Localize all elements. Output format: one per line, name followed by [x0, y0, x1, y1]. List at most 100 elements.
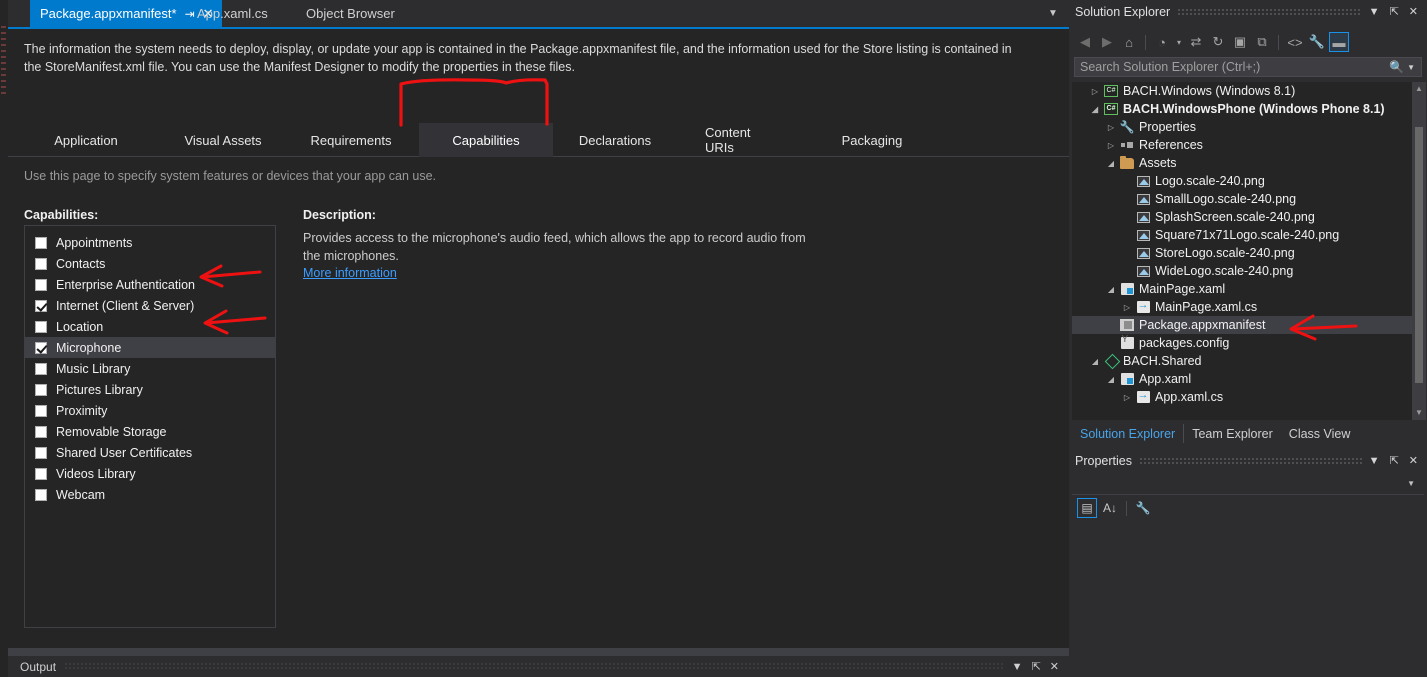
dock-tab-class-view[interactable]: Class View — [1281, 424, 1359, 443]
tree-item[interactable]: Package.appxmanifest — [1072, 316, 1412, 334]
pending-changes-dropdown-icon[interactable]: ▾ — [1174, 32, 1184, 52]
tree-item[interactable]: packages.config — [1072, 334, 1412, 352]
tree-item[interactable]: Square71x71Logo.scale-240.png — [1072, 226, 1412, 244]
capability-row[interactable]: Music Library — [25, 358, 275, 379]
capability-row[interactable]: Internet (Client & Server) — [25, 295, 275, 316]
tree-item[interactable]: ◢ BACH.Shared — [1072, 352, 1412, 370]
expanded-twisty-icon[interactable]: ◢ — [1088, 357, 1102, 366]
capability-checkbox[interactable] — [35, 446, 47, 459]
scroll-down-icon[interactable]: ▼ — [1412, 406, 1426, 420]
capability-row[interactable]: Removable Storage — [25, 421, 275, 442]
chevron-down-icon[interactable]: ▼ — [1407, 479, 1424, 488]
manifest-tab-capabilities[interactable]: Capabilities — [419, 123, 553, 157]
capability-checkbox[interactable] — [35, 383, 47, 396]
tree-item[interactable]: ◢ Assets — [1072, 154, 1412, 172]
properties-object-combo[interactable]: ▼ — [1072, 473, 1424, 495]
capability-row[interactable]: Webcam — [25, 484, 275, 505]
capability-checkbox[interactable] — [35, 341, 47, 354]
refresh-icon[interactable]: ↻ — [1208, 32, 1228, 52]
pin-icon[interactable]: ⇱ — [1390, 6, 1399, 18]
tree-item[interactable]: SmallLogo.scale-240.png — [1072, 190, 1412, 208]
capability-row[interactable]: Appointments — [25, 232, 275, 253]
manifest-tab-visual-assets[interactable]: Visual Assets — [167, 123, 279, 157]
expanded-twisty-icon[interactable]: ◢ — [1088, 105, 1102, 114]
capability-row[interactable]: Location — [25, 316, 275, 337]
capability-row[interactable]: Shared User Certificates — [25, 442, 275, 463]
manifest-tab-application[interactable]: Application — [32, 123, 140, 157]
capability-row[interactable]: Proximity — [25, 400, 275, 421]
back-icon[interactable]: ◀ — [1075, 32, 1095, 52]
forward-icon[interactable]: ▶ — [1097, 32, 1117, 52]
collapsed-twisty-icon[interactable]: ▷ — [1120, 393, 1134, 402]
expanded-twisty-icon[interactable]: ◢ — [1104, 159, 1118, 168]
collapsed-twisty-icon[interactable]: ▷ — [1104, 123, 1118, 132]
collapsed-twisty-icon[interactable]: ▷ — [1088, 87, 1102, 96]
tree-item[interactable]: ◢ C# BACH.WindowsPhone (Windows Phone 8.1) — [1072, 100, 1412, 118]
capability-checkbox[interactable] — [35, 257, 47, 270]
capability-checkbox[interactable] — [35, 467, 47, 480]
tree-item[interactable]: ▷ References — [1072, 136, 1412, 154]
capability-checkbox[interactable] — [35, 236, 47, 249]
categorized-icon[interactable]: ▤ — [1077, 498, 1097, 518]
capability-checkbox[interactable] — [35, 425, 47, 438]
scroll-up-icon[interactable]: ▲ — [1412, 82, 1426, 96]
capability-row[interactable]: Contacts — [25, 253, 275, 274]
tree-item[interactable]: Logo.scale-240.png — [1072, 172, 1412, 190]
show-all-files-icon[interactable]: ⧉ — [1252, 32, 1272, 52]
tree-item[interactable]: SplashScreen.scale-240.png — [1072, 208, 1412, 226]
capability-row[interactable]: Videos Library — [25, 463, 275, 484]
tree-item[interactable]: ▷ 🔧 Properties — [1072, 118, 1412, 136]
chevron-down-icon[interactable]: ▼ — [1369, 455, 1380, 467]
expanded-twisty-icon[interactable]: ◢ — [1104, 285, 1118, 294]
document-tab-app-xaml-cs[interactable]: App.xaml.cs — [187, 0, 276, 27]
chevron-down-icon[interactable]: ▼ — [1407, 63, 1421, 72]
dock-tab-team-explorer[interactable]: Team Explorer — [1184, 424, 1281, 443]
pending-changes-icon[interactable]: ◔ — [1152, 32, 1172, 52]
property-pages-icon[interactable]: 🔧 — [1133, 498, 1153, 518]
tree-item[interactable]: StoreLogo.scale-240.png — [1072, 244, 1412, 262]
capability-checkbox[interactable] — [35, 404, 47, 417]
manifest-tab-declarations[interactable]: Declarations — [560, 123, 670, 157]
output-drag-dots[interactable] — [64, 662, 1004, 671]
dock-tab-solution-explorer[interactable]: Solution Explorer — [1072, 424, 1185, 443]
tree-item[interactable]: ▷ App.xaml.cs — [1072, 388, 1412, 406]
output-splitter[interactable] — [8, 648, 1069, 656]
capability-row[interactable]: Microphone — [25, 337, 275, 358]
search-icon[interactable]: 🔍 — [1389, 60, 1407, 74]
tree-item[interactable]: ◢ MainPage.xaml — [1072, 280, 1412, 298]
alphabetical-icon[interactable]: A↓ — [1100, 498, 1120, 518]
expanded-twisty-icon[interactable]: ◢ — [1104, 375, 1118, 384]
close-icon[interactable]: ✕ — [1050, 660, 1059, 673]
tree-item[interactable]: ◢ App.xaml — [1072, 370, 1412, 388]
capability-checkbox[interactable] — [35, 299, 47, 312]
document-tab-object-browser[interactable]: Object Browser — [296, 0, 403, 27]
capability-checkbox[interactable] — [35, 278, 47, 291]
panel-drag-dots[interactable] — [1177, 7, 1362, 17]
tree-item[interactable]: ▷ C# BACH.Windows (Windows 8.1) — [1072, 82, 1412, 100]
home-icon[interactable]: ⌂ — [1119, 32, 1139, 52]
sync-with-active-document-icon[interactable]: ⇄ — [1186, 32, 1206, 52]
close-icon[interactable]: ✕ — [1409, 455, 1418, 467]
chevron-down-icon[interactable]: ▼ — [1045, 6, 1061, 22]
scrollbar-thumb[interactable] — [1415, 127, 1423, 383]
preview-selected-items-icon[interactable]: ▬ — [1329, 32, 1349, 52]
collapse-all-icon[interactable]: ▣ — [1230, 32, 1250, 52]
search-input[interactable]: Search Solution Explorer (Ctrl+;) — [1075, 60, 1389, 74]
capability-checkbox[interactable] — [35, 362, 47, 375]
tree-item[interactable]: WideLogo.scale-240.png — [1072, 262, 1412, 280]
view-code-icon[interactable]: <> — [1285, 32, 1305, 52]
collapsed-twisty-icon[interactable]: ▷ — [1104, 141, 1118, 150]
pin-icon[interactable]: ⇱ — [1390, 455, 1399, 467]
pin-icon[interactable]: ⇱ — [1032, 660, 1041, 673]
manifest-tab-packaging[interactable]: Packaging — [819, 123, 925, 157]
manifest-tab-content-uris[interactable]: Content URIs — [691, 123, 791, 157]
capability-row[interactable]: Pictures Library — [25, 379, 275, 400]
collapsed-twisty-icon[interactable]: ▷ — [1120, 303, 1134, 312]
manifest-tab-requirements[interactable]: Requirements — [296, 123, 406, 157]
capability-checkbox[interactable] — [35, 488, 47, 501]
capability-checkbox[interactable] — [35, 320, 47, 333]
properties-icon[interactable]: 🔧 — [1307, 32, 1327, 52]
capability-row[interactable]: Enterprise Authentication — [25, 274, 275, 295]
close-icon[interactable]: ✕ — [1409, 6, 1418, 18]
chevron-down-icon[interactable]: ▼ — [1012, 661, 1023, 673]
